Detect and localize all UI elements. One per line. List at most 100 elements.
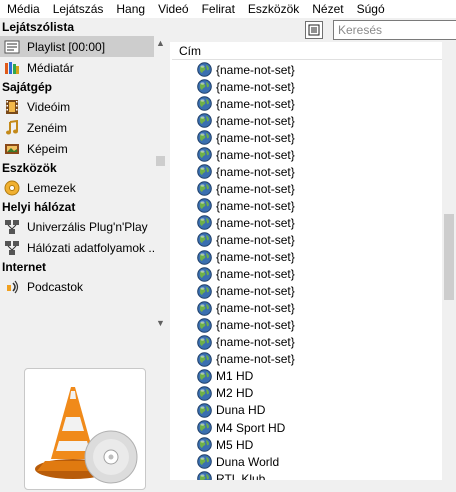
playlist-item[interactable]: {name-not-set} <box>172 317 442 334</box>
globe-icon <box>197 471 212 480</box>
playlist-item-title: {name-not-set} <box>216 147 295 162</box>
sidebar-section-heading: Sajátgép <box>2 80 53 94</box>
globe-icon <box>197 403 212 418</box>
playlist-item[interactable]: Duna World <box>172 453 442 470</box>
sidebar-section-heading: Lejátszólista <box>2 20 75 34</box>
playlist-scroll-thumb[interactable] <box>444 214 454 300</box>
menu-item[interactable]: Média <box>0 0 46 18</box>
globe-icon <box>197 130 212 146</box>
playlist-item[interactable]: {name-not-set} <box>172 95 442 112</box>
globe-icon <box>197 79 212 94</box>
playlist-item[interactable]: M5 HD <box>172 436 442 453</box>
globe-icon <box>197 232 212 248</box>
playlist-item-title: {name-not-set} <box>216 181 295 196</box>
playlist-item[interactable]: {name-not-set} <box>172 351 442 368</box>
album-art <box>24 368 146 490</box>
playlist-item-title: {name-not-set} <box>216 352 295 367</box>
playlist-item[interactable]: {name-not-set} <box>172 129 442 146</box>
column-header-title[interactable]: Cím <box>172 42 442 60</box>
playlist-item[interactable]: {name-not-set} <box>172 266 442 283</box>
playlist-scrollbar[interactable] <box>442 42 456 480</box>
playlist-item[interactable]: M4 Sport HD <box>172 419 442 436</box>
menu-item[interactable]: Eszközök <box>241 0 305 18</box>
sidebar-item[interactable]: Podcastok <box>0 276 154 297</box>
playlist-item-title: {name-not-set} <box>216 113 295 128</box>
sidebar-scroll-thumb[interactable] <box>156 156 165 166</box>
menu-item[interactable]: Felirat <box>195 0 241 18</box>
sidebar-item[interactable]: Lemezek <box>0 177 154 198</box>
playlist-item[interactable]: {name-not-set} <box>172 112 442 129</box>
sidebar-item-label: Zenéim <box>27 120 68 135</box>
sidebar-item[interactable]: Univerzális Plug'n'Play <box>0 216 154 237</box>
sidebar-item[interactable]: Médiatár <box>0 57 154 78</box>
playlist-item-title: {name-not-set} <box>216 335 295 350</box>
sidebar-item[interactable]: Hálózati adatfolyamok ... <box>0 237 154 258</box>
playlist-item-title: Duna World <box>216 454 280 469</box>
playlist-item[interactable]: {name-not-set} <box>172 231 442 248</box>
playlist-item[interactable]: {name-not-set} <box>172 249 442 266</box>
playlist-item-title: {name-not-set} <box>216 267 295 282</box>
globe-icon <box>197 369 212 384</box>
globe-icon <box>197 300 212 316</box>
playlist-item[interactable]: RTL Klub <box>172 470 442 480</box>
playlist-item-title: M4 Sport HD <box>216 420 286 435</box>
playlist-item[interactable]: {name-not-set} <box>172 180 442 197</box>
music-note-icon <box>4 119 20 136</box>
playlist-toolbar <box>170 18 456 42</box>
sidebar-item[interactable]: Zenéim <box>0 117 154 138</box>
scroll-up-icon[interactable]: ▲ <box>154 36 167 50</box>
globe-icon <box>197 147 212 163</box>
playlist-item[interactable]: {name-not-set} <box>172 334 442 351</box>
picture-icon <box>4 141 20 157</box>
playlist-item[interactable]: {name-not-set} <box>172 197 442 214</box>
menu-item[interactable]: Hang <box>109 0 151 18</box>
playlist-item[interactable]: {name-not-set} <box>172 214 442 231</box>
globe-icon <box>197 454 212 469</box>
sidebar-item-label: Hálózati adatfolyamok ... <box>27 240 154 255</box>
playlist-item-title: M2 HD <box>216 386 254 401</box>
sidebar-item[interactable]: Playlist [00:00] <box>0 36 154 57</box>
playlist-list: {name-not-set} {name-not-set} {name-not-se… <box>172 61 442 480</box>
scroll-down-icon[interactable]: ▼ <box>154 316 167 330</box>
sidebar-item[interactable]: Képeim <box>0 138 154 159</box>
sidebar-item-label: Playlist [00:00] <box>27 39 106 54</box>
playlist-item[interactable]: Duna HD <box>172 402 442 419</box>
sidebar-scrollbar[interactable]: ▲ ▼ <box>154 36 167 334</box>
playlist-item[interactable]: M2 HD <box>172 385 442 402</box>
menu-item[interactable]: Súgó <box>350 0 391 18</box>
media-library-icon <box>4 60 20 76</box>
playlist-item[interactable]: {name-not-set} <box>172 146 442 163</box>
playlist-item[interactable]: {name-not-set} <box>172 78 442 95</box>
menu-item[interactable]: Nézet <box>305 0 349 18</box>
search-input[interactable] <box>333 20 456 40</box>
sidebar-item-label: Podcastok <box>27 279 84 294</box>
sidebar-item-label: Univerzális Plug'n'Play <box>27 219 148 234</box>
playlist-item-title: {name-not-set} <box>216 62 295 77</box>
sidebar-section-heading: Internet <box>2 260 47 274</box>
playlist-item[interactable]: {name-not-set} <box>172 61 442 78</box>
globe-icon <box>197 386 212 401</box>
list-view-icon <box>308 24 320 36</box>
view-mode-button[interactable] <box>305 21 323 39</box>
menu-item[interactable]: Videó <box>151 0 194 18</box>
playlist-item[interactable]: M1 HD <box>172 368 442 385</box>
playlist-item[interactable]: {name-not-set} <box>172 300 442 317</box>
vlc-cone-icon <box>35 387 138 484</box>
playlist-item-title: M1 HD <box>216 369 254 384</box>
sidebar-item-label: Videóim <box>27 99 71 114</box>
sidebar: Lejátszólista Playlist [00:00] Médiatár Saj… <box>0 18 168 490</box>
globe-icon <box>197 164 212 180</box>
sidebar-item[interactable]: Videóim <box>0 96 154 117</box>
globe-icon <box>197 113 212 128</box>
playlist-item-title: {name-not-set} <box>216 79 295 94</box>
playlist-item-title: M5 HD <box>216 437 254 452</box>
globe-icon <box>197 96 212 111</box>
playlist-item-title: {name-not-set} <box>216 96 295 111</box>
playlist-item[interactable]: {name-not-set} <box>172 283 442 300</box>
globe-icon <box>197 283 212 299</box>
globe-icon <box>197 198 212 214</box>
sidebar-item-label: Képeim <box>27 141 68 156</box>
playlist-item[interactable]: {name-not-set} <box>172 163 442 180</box>
playlist-item-title: {name-not-set} <box>216 232 295 247</box>
menu-item[interactable]: Lejátszás <box>46 0 110 18</box>
